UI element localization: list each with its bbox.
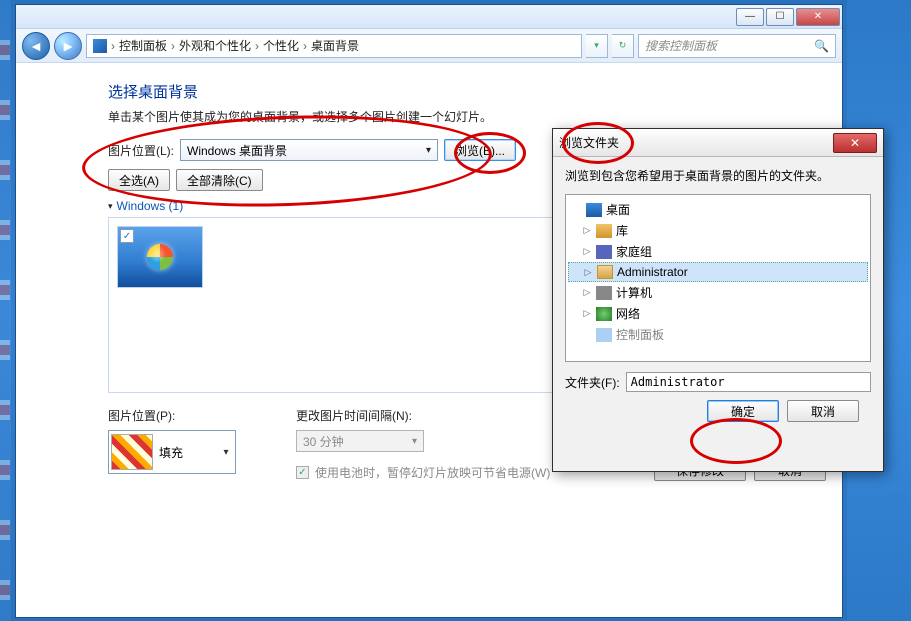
desktop-edge: [0, 0, 10, 621]
ok-button[interactable]: 确定: [707, 400, 779, 422]
search-placeholder: 搜索控制面板: [645, 37, 717, 54]
window-titlebar: — ☐ ✕: [16, 5, 842, 29]
battery-checkbox: ✓: [296, 466, 309, 479]
expand-icon[interactable]: ▷: [582, 287, 592, 298]
network-icon: [596, 307, 612, 321]
browse-folder-dialog: 浏览文件夹 ✕ 浏览到包含您希望用于桌面背景的图片的文件夹。 桌面 ▷ 库 ▷ …: [552, 128, 884, 472]
control-panel-icon: [93, 39, 107, 53]
desktop-icon: [586, 203, 602, 217]
search-input[interactable]: 搜索控制面板 🔍: [638, 34, 836, 58]
tree-network[interactable]: ▷ 网络: [568, 303, 868, 324]
picture-position-label: 图片位置(P):: [108, 407, 236, 424]
battery-row: ✓ 使用电池时，暂停幻灯片放映可节省电源(W): [296, 464, 550, 481]
dialog-body: 浏览到包含您希望用于桌面背景的图片的文件夹。 桌面 ▷ 库 ▷ 家庭组 ▷ Ad…: [553, 157, 883, 432]
refresh-button[interactable]: ↻: [612, 34, 634, 58]
wallpaper-thumb[interactable]: ✓: [117, 226, 203, 288]
page-description: 单击某个图片使其成为您的桌面背景，或选择多个图片创建一个幻灯片。: [108, 108, 792, 125]
expand-icon[interactable]: ▷: [583, 267, 593, 278]
chevron-down-icon: ▾: [219, 447, 233, 458]
interval-label: 更改图片时间间隔(N):: [296, 407, 550, 424]
dialog-close-button[interactable]: ✕: [833, 133, 877, 153]
picture-location-combo[interactable]: Windows 桌面背景: [180, 139, 438, 161]
select-all-button[interactable]: 全选(A): [108, 169, 170, 191]
thumb-checkbox[interactable]: ✓: [120, 229, 134, 243]
forward-button[interactable]: ►: [54, 32, 82, 60]
folder-input[interactable]: [626, 372, 871, 392]
collapse-icon: ▾: [108, 201, 113, 212]
tree-administrator[interactable]: ▷ Administrator: [568, 262, 868, 282]
close-button[interactable]: ✕: [796, 8, 840, 26]
tree-libraries[interactable]: ▷ 库: [568, 220, 868, 241]
tree-control-panel[interactable]: 控制面板: [568, 324, 868, 345]
minimize-button[interactable]: —: [736, 8, 764, 26]
browse-button[interactable]: 浏览(B)...: [444, 139, 516, 161]
fit-value: 填充: [159, 444, 183, 461]
expand-icon[interactable]: ▷: [582, 308, 592, 319]
tree-homegroup[interactable]: ▷ 家庭组: [568, 241, 868, 262]
folder-tree[interactable]: 桌面 ▷ 库 ▷ 家庭组 ▷ Administrator ▷ 计算机: [565, 194, 871, 362]
back-button[interactable]: ◄: [22, 32, 50, 60]
clear-all-button[interactable]: 全部清除(C): [176, 169, 263, 191]
folder-field-row: 文件夹(F):: [565, 372, 871, 392]
folder-label: 文件夹(F):: [565, 374, 620, 391]
battery-label: 使用电池时，暂停幻灯片放映可节省电源(W): [315, 464, 550, 481]
computer-icon: [596, 286, 612, 300]
crumb-sep: ›: [111, 39, 115, 53]
dialog-cancel-button[interactable]: 取消: [787, 400, 859, 422]
expand-icon[interactable]: ▷: [582, 225, 592, 236]
address-dropdown[interactable]: ▾: [586, 34, 608, 58]
control-panel-icon: [596, 328, 612, 342]
windows-logo-icon: [147, 244, 173, 270]
navigation-bar: ◄ ► › 控制面板 › 外观和个性化 › 个性化 › 桌面背景 ▾ ↻ 搜索控…: [16, 29, 842, 63]
expand-icon[interactable]: ▷: [582, 246, 592, 257]
interval-value: 30 分钟: [303, 433, 344, 450]
tree-desktop[interactable]: 桌面: [568, 199, 868, 220]
dialog-instruction: 浏览到包含您希望用于桌面背景的图片的文件夹。: [565, 167, 871, 184]
crumb-control-panel[interactable]: 控制面板: [119, 37, 167, 54]
picture-position-combo[interactable]: 填充 ▾: [108, 430, 236, 474]
address-bar[interactable]: › 控制面板 › 外观和个性化 › 个性化 › 桌面背景: [86, 34, 582, 58]
fit-preview-icon: [111, 434, 153, 470]
picture-location-value: Windows 桌面背景: [187, 142, 287, 159]
dialog-footer: 确定 取消: [565, 392, 871, 422]
crumb-desktop-bg[interactable]: 桌面背景: [311, 37, 359, 54]
picture-location-label: 图片位置(L):: [108, 142, 174, 159]
homegroup-icon: [596, 245, 612, 259]
crumb-appearance[interactable]: 外观和个性化: [179, 37, 251, 54]
crumb-personalization[interactable]: 个性化: [263, 37, 299, 54]
user-folder-icon: [597, 265, 613, 279]
dialog-title: 浏览文件夹: [559, 134, 619, 151]
dialog-titlebar: 浏览文件夹 ✕: [553, 129, 883, 157]
tree-computer[interactable]: ▷ 计算机: [568, 282, 868, 303]
maximize-button[interactable]: ☐: [766, 8, 794, 26]
libraries-icon: [596, 224, 612, 238]
page-title: 选择桌面背景: [108, 81, 792, 102]
interval-combo: 30 分钟: [296, 430, 424, 452]
search-icon: 🔍: [814, 39, 829, 53]
gallery-group-label: Windows (1): [117, 199, 184, 213]
